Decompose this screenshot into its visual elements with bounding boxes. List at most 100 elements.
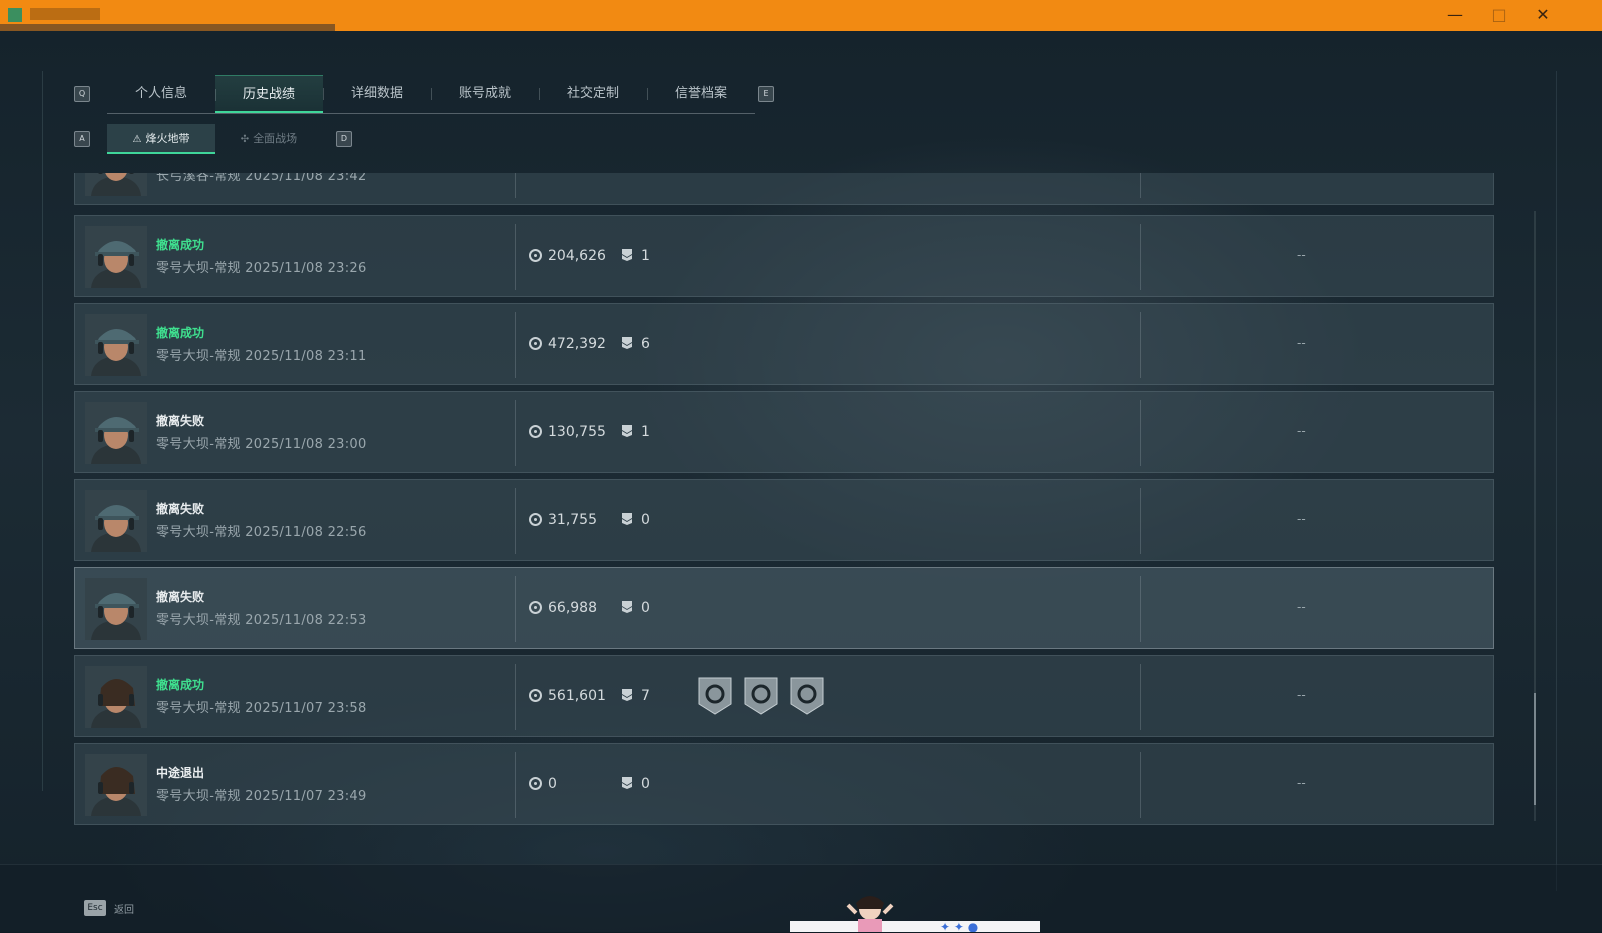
match-time: 2025/11/08 23:42 [245, 173, 367, 184]
loot-value: 204,626 [529, 248, 606, 264]
mission-badge-icon[interactable] [697, 676, 733, 716]
tab-personal-info[interactable]: 个人信息 [107, 75, 215, 113]
column-divider [515, 752, 516, 818]
match-time: 2025/11/08 23:11 [245, 349, 367, 364]
main-tabs: 个人信息 历史战绩 详细数据 账号成就 社交定制 信誉档案 [107, 75, 755, 114]
tab-achievements[interactable]: 账号成就 [431, 75, 539, 113]
extra-info: -- [1297, 424, 1306, 438]
coin-icon [529, 689, 542, 702]
streamer-mascot-overlay: ✦ ✦ ● [790, 896, 1040, 932]
scrollbar-thumb[interactable] [1534, 693, 1536, 805]
window-titlebar: — □ ✕ [0, 0, 1602, 36]
maximize-icon[interactable]: □ [1484, 4, 1514, 26]
mode-subtabs: ⚠ 烽火地带 ✣ 全面战场 [107, 124, 323, 154]
match-time: 2025/11/08 22:53 [245, 613, 367, 628]
extra-info: -- [1297, 248, 1306, 262]
male-operator-avatar [85, 314, 147, 376]
kills-icon [621, 512, 633, 526]
coin-icon [529, 337, 542, 350]
frame-line [1556, 71, 1557, 891]
subtab-battlefield[interactable]: ✣ 全面战场 [215, 124, 323, 154]
column-divider [515, 173, 516, 198]
male-operator-avatar [85, 490, 147, 552]
mvp-badge-icon[interactable] [789, 676, 825, 716]
loot-value-text: 204,626 [548, 248, 606, 264]
match-time: 2025/11/07 23:58 [245, 701, 367, 716]
column-divider [515, 400, 516, 466]
column-divider [515, 312, 516, 378]
extra-info: -- [1297, 336, 1306, 350]
match-record-row[interactable]: 撤离失败 零号大坝-常规 2025/11/08 22:53 66,988 0 -- [74, 567, 1494, 649]
match-meta: 零号大坝-常规 2025/11/07 23:49 [156, 785, 367, 804]
prev-tab-key[interactable]: Q [74, 86, 90, 102]
tab-match-history[interactable]: 历史战绩 [215, 75, 323, 113]
minimize-icon[interactable]: — [1440, 4, 1470, 26]
column-divider [515, 488, 516, 554]
match-time: 2025/11/08 22:56 [245, 525, 367, 540]
match-record-row[interactable]: 撤离成功 零号大坝-常规 2025/11/07 23:58 561,601 7 -- [74, 655, 1494, 737]
map-name: 零号大坝-常规 [156, 349, 241, 364]
match-record-row[interactable]: 撤离成功 零号大坝-常规 2025/11/08 23:11 472,392 6 -- [74, 303, 1494, 385]
column-divider [1140, 400, 1141, 466]
map-name: 零号大坝-常规 [156, 789, 241, 804]
esc-key[interactable]: Esc [84, 900, 106, 916]
kills-icon [621, 600, 633, 614]
prev-subtab-key[interactable]: A [74, 131, 90, 147]
loot-value-text: 0 [548, 776, 557, 792]
no-death-badge-icon[interactable] [743, 676, 779, 716]
match-meta: 零号大坝-常规 2025/11/08 23:00 [156, 433, 367, 452]
map-name: 零号大坝-常规 [156, 525, 241, 540]
column-divider [1140, 488, 1141, 554]
coin-icon [529, 249, 542, 262]
tab-social[interactable]: 社交定制 [539, 75, 647, 113]
game-screen: Q 个人信息 历史战绩 详细数据 账号成就 社交定制 信誉档案 E A ⚠ 烽火地… [0, 31, 1602, 932]
extraction-status: 撤离失败 [156, 590, 205, 604]
coin-icon [529, 425, 542, 438]
kill-count: 1 [621, 424, 650, 440]
kill-count: 0 [621, 600, 650, 616]
kills-icon [621, 336, 633, 350]
back-label[interactable]: 返回 [114, 901, 134, 916]
column-divider [1140, 224, 1141, 290]
extra-info: -- [1297, 512, 1306, 526]
tab-detailed-data[interactable]: 详细数据 [323, 75, 431, 113]
match-record-row[interactable]: 中途退出 零号大坝-常规 2025/11/07 23:49 0 0 -- [74, 743, 1494, 825]
match-time: 2025/11/07 23:49 [245, 789, 367, 804]
subtab-label: 烽火地带 [145, 132, 190, 145]
extra-info: -- [1297, 688, 1306, 702]
match-record-row[interactable]: 撤离失败零号大坝-常规 2025/11/08 22:56 31,755 0 -- [74, 479, 1494, 561]
loot-value: 31,755 [529, 512, 597, 528]
match-record-row[interactable]: 撤离失败长弓溪谷-常规 2025/11/08 23:4204-- [74, 173, 1494, 205]
kill-count: 6 [621, 336, 650, 352]
app-icon [8, 8, 22, 22]
tab-reputation[interactable]: 信誉档案 [647, 75, 755, 113]
column-divider [1140, 664, 1141, 730]
match-record-row[interactable]: 撤离成功零号大坝-常规 2025/11/08 23:26 204,626 1 -- [74, 215, 1494, 297]
loot-value: 0 [529, 776, 557, 792]
subtab-hazard-zone[interactable]: ⚠ 烽火地带 [107, 124, 215, 154]
extraction-status: 撤离成功 [156, 238, 205, 252]
close-icon[interactable]: ✕ [1528, 4, 1558, 26]
hazard-zone-icon: ⚠ [132, 134, 142, 145]
kills-icon [621, 248, 633, 262]
next-subtab-key[interactable]: D [336, 131, 352, 147]
kill-count: 1 [621, 248, 650, 264]
match-history-list: 撤离失败长弓溪谷-常规 2025/11/08 23:4204--撤离成功零号大坝… [74, 173, 1494, 855]
next-tab-key[interactable]: E [758, 86, 774, 102]
match-time: 2025/11/08 23:26 [245, 261, 367, 276]
kill-count-text: 0 [641, 600, 650, 616]
kill-count-text: 6 [641, 336, 650, 352]
column-divider [515, 664, 516, 730]
column-divider [515, 224, 516, 290]
extraction-status: 撤离失败 [156, 502, 205, 516]
map-name: 零号大坝-常规 [156, 437, 241, 452]
column-divider [1140, 576, 1141, 642]
male-operator-avatar [85, 173, 147, 196]
subtab-label: 全面战场 [253, 132, 298, 145]
loot-value-text: 561,601 [548, 688, 606, 704]
male-operator-avatar [85, 402, 147, 464]
map-name: 零号大坝-常规 [156, 261, 241, 276]
match-record-row[interactable]: 撤离失败 零号大坝-常规 2025/11/08 23:00 130,755 1 -- [74, 391, 1494, 473]
extraction-status: 撤离成功 [156, 326, 205, 340]
kill-count: 0 [621, 512, 650, 528]
